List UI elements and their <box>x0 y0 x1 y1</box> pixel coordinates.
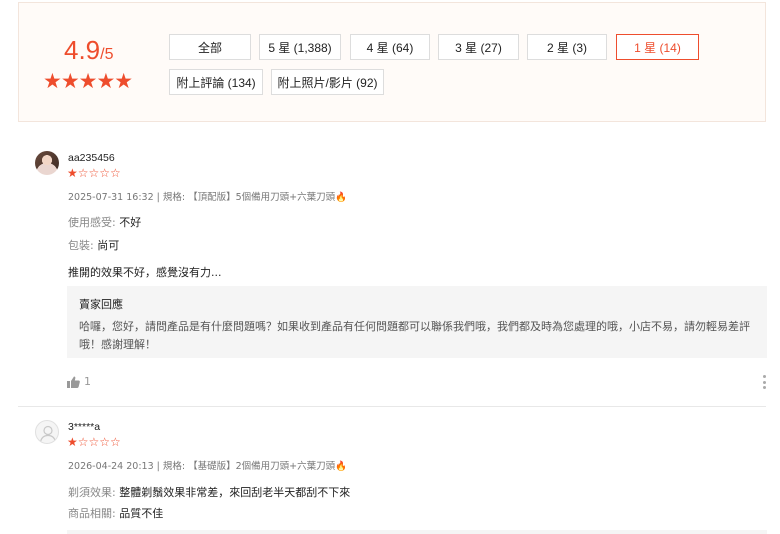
attribute-key: 剃須效果: <box>68 486 116 499</box>
score-suffix: /5 <box>100 46 114 63</box>
filter-with-comments[interactable]: 附上評論 (134) <box>169 69 263 95</box>
default-user-icon <box>39 425 57 443</box>
review-rating-stars: ★☆☆☆☆ <box>67 166 121 180</box>
review-attribute: 使用感受: 不好 <box>68 214 141 230</box>
review-meta-text: 2026-04-24 20:13 | 規格: 【基礎版】2個備用刀頭+六葉刀頭 <box>68 461 336 472</box>
review-attribute: 剃須效果: 整體剃鬚效果非常差，來回刮老半天都刮不下來 <box>68 484 350 500</box>
attribute-value: 尚可 <box>97 239 120 252</box>
review-meta: 2025-07-31 16:32 | 規格: 【頂配版】5個備用刀頭+六葉刀頭🔥 <box>68 189 347 203</box>
filter-with-media[interactable]: 附上照片/影片 (92) <box>271 69 384 95</box>
attribute-key: 商品相關: <box>68 507 116 520</box>
attribute-value: 不好 <box>119 216 142 229</box>
filter-5-star[interactable]: 5 星 (1,388) <box>259 34 341 60</box>
review-username[interactable]: aa235456 <box>68 152 115 164</box>
like-count: 1 <box>84 375 91 388</box>
thumb-up-icon <box>67 376 80 388</box>
review-rating-stars: ★☆☆☆☆ <box>67 435 121 449</box>
review-attribute: 商品相關: 品質不佳 <box>68 505 163 521</box>
attribute-value: 整體剃鬚效果非常差，來回刮老半天都刮不下來 <box>119 486 351 499</box>
filter-1-star[interactable]: 1 星 (14) <box>616 34 699 60</box>
avatar[interactable] <box>35 420 59 444</box>
flame-icon: 🔥 <box>335 461 347 472</box>
review-attribute: 包裝: 尚可 <box>68 237 119 253</box>
like-button[interactable]: 1 <box>67 375 91 388</box>
seller-reply-text: 哈囉，您好，請問產品是有什麼問題嗎？如果收到產品有任何問題都可以聯係我們哦，我們… <box>79 320 750 351</box>
review-divider <box>18 406 766 407</box>
seller-reply-title: 賣家回應 <box>79 298 123 311</box>
flame-icon: 🔥 <box>335 192 347 203</box>
score-value: 4.9 <box>64 35 101 65</box>
filter-2-star[interactable]: 2 星 (3) <box>527 34 607 60</box>
seller-reply-partial <box>67 530 767 534</box>
filter-4-star[interactable]: 4 星 (64) <box>350 34 430 60</box>
attribute-value: 品質不佳 <box>119 507 164 520</box>
more-vertical-icon[interactable] <box>762 375 766 389</box>
attribute-key: 使用感受: <box>68 216 116 229</box>
rating-summary: 4.9/5 ★★★★★ 全部 5 星 (1,388) 4 星 (64) 3 星 … <box>18 2 766 122</box>
attribute-key: 包裝: <box>68 239 94 252</box>
avatar[interactable] <box>35 151 59 175</box>
review-username[interactable]: 3*****a <box>68 421 100 433</box>
average-score: 4.9/5 <box>64 35 114 66</box>
review-meta: 2026-04-24 20:13 | 規格: 【基礎版】2個備用刀頭+六葉刀頭🔥 <box>68 458 347 472</box>
review-meta-text: 2025-07-31 16:32 | 規格: 【頂配版】5個備用刀頭+六葉刀頭 <box>68 192 336 203</box>
average-stars: ★★★★★ <box>43 69 133 93</box>
filter-3-star[interactable]: 3 星 (27) <box>438 34 519 60</box>
review-text: 推開的效果不好，感覺沒有力... <box>68 266 222 279</box>
seller-reply: 賣家回應 哈囉，您好，請問產品是有什麼問題嗎？如果收到產品有任何問題都可以聯係我… <box>67 286 767 358</box>
filter-all[interactable]: 全部 <box>169 34 251 60</box>
